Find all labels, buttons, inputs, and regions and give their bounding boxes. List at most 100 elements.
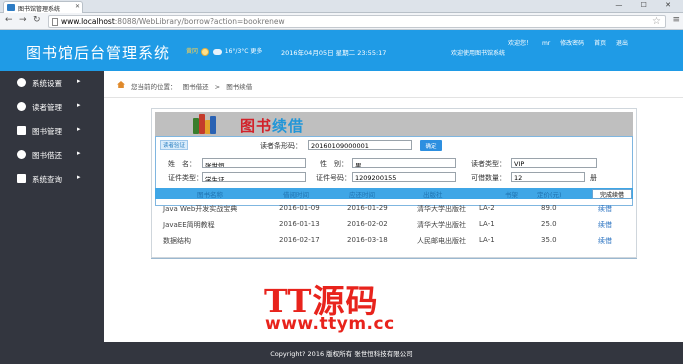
borrow-limit-field[interactable]: 12 bbox=[511, 172, 585, 182]
home-icon bbox=[117, 81, 125, 88]
renew-link[interactable]: 续借 bbox=[598, 236, 612, 246]
column-header-book-name: 图书名称 bbox=[197, 191, 223, 199]
renew-panel: 图书续借 读者验证 读者条形码： 20160109000001 确定 姓 名： … bbox=[151, 108, 637, 258]
panel-title: 图书续借 bbox=[240, 115, 304, 136]
borrow-limit-unit: 册 bbox=[590, 174, 597, 182]
browser-menu-icon[interactable]: ≡ bbox=[672, 15, 680, 25]
panel-divider bbox=[151, 258, 637, 259]
table-row: Java Web开发实战宝典 2016-01-09 2016-01-29 清华大… bbox=[155, 200, 633, 216]
cell-borrow-date: 2016-02-17 bbox=[279, 236, 320, 244]
renew-link[interactable]: 续借 bbox=[598, 204, 612, 214]
renew-link[interactable]: 续借 bbox=[598, 220, 612, 230]
column-header-publisher: 出版社 bbox=[423, 191, 443, 199]
gender-field[interactable]: 男 bbox=[352, 158, 456, 168]
cell-book-name: Java Web开发实战宝典 bbox=[163, 205, 238, 213]
welcome-system-text: 欢迎使用图书馆系统 bbox=[451, 50, 506, 57]
sidebar-item-borrow-return[interactable]: 图书借还 ▸ bbox=[0, 143, 104, 167]
breadcrumb-level1[interactable]: 图书借还 bbox=[183, 83, 209, 91]
cell-price: 89.0 bbox=[541, 204, 557, 212]
chevron-right-icon: ▸ bbox=[77, 101, 81, 109]
sidebar-item-system-settings[interactable]: 系统设置 ▸ bbox=[0, 71, 104, 95]
app-title: 图书馆后台管理系统 bbox=[26, 44, 171, 62]
window-controls[interactable]: — ☐ ✕ bbox=[615, 1, 679, 9]
cell-borrow-date: 2016-01-09 bbox=[279, 204, 320, 212]
reader-verify-tag: 读者验证 bbox=[160, 140, 189, 150]
url-path: :8088/WebLibrary/borrow?action=bookrenew bbox=[114, 17, 285, 26]
back-icon[interactable]: ← bbox=[5, 15, 13, 25]
cell-due-date: 2016-02-02 bbox=[347, 220, 388, 228]
welcome-user-text: 欢迎您！ bbox=[508, 40, 533, 47]
datetime: 2016年04月05日 星期二 23:55:17 bbox=[281, 49, 387, 57]
confirm-button[interactable]: 确定 bbox=[420, 140, 442, 151]
favicon-icon bbox=[7, 4, 15, 11]
cell-shelf: LA-1 bbox=[479, 236, 495, 244]
reader-type-field[interactable]: VIP bbox=[511, 158, 597, 168]
browser-tab[interactable]: 图书馆管理系统 ✕ bbox=[3, 1, 83, 13]
app-header: 图书馆后台管理系统 黄冈 16°/3°C 更多 2016年04月05日 星期二 … bbox=[0, 30, 683, 71]
table-row: 数据结构 2016-02-17 2016-03-18 人民邮电出版社 LA-1 … bbox=[155, 232, 633, 248]
cell-due-date: 2016-01-29 bbox=[347, 204, 388, 212]
gear-icon bbox=[17, 78, 26, 87]
name-field[interactable]: 张世恒 bbox=[202, 158, 306, 168]
cell-price: 35.0 bbox=[541, 236, 557, 244]
user-links: 欢迎您！ mr 修改密码 首页 退出 bbox=[508, 38, 636, 47]
reader-icon bbox=[17, 102, 26, 111]
column-header-shelf: 书架 bbox=[505, 191, 518, 199]
url-input[interactable]: www.localhost:8088/WebLibrary/borrow?act… bbox=[48, 15, 666, 28]
sidebar-item-reader-management[interactable]: 读者管理 ▸ bbox=[0, 95, 104, 119]
sidebar-item-label: 读者管理 bbox=[32, 103, 62, 112]
sidebar-item-label: 系统查询 bbox=[32, 175, 62, 184]
cert-type-field[interactable]: 学生证 bbox=[202, 172, 306, 182]
logout-link[interactable]: 退出 bbox=[616, 40, 628, 47]
sidebar-item-label: 系统设置 bbox=[32, 79, 62, 88]
cell-price: 25.0 bbox=[541, 220, 557, 228]
cell-shelf: LA-1 bbox=[479, 220, 495, 228]
complete-renew-button[interactable]: 完成续借 bbox=[592, 189, 632, 199]
search-icon bbox=[17, 174, 26, 183]
column-header-price: 定价(元) bbox=[537, 191, 562, 199]
sun-icon bbox=[200, 47, 209, 56]
bookmark-star-icon[interactable]: ☆ bbox=[652, 16, 661, 27]
change-password-link[interactable]: 修改密码 bbox=[560, 40, 584, 47]
tab-title: 图书馆管理系统 bbox=[18, 6, 61, 13]
reload-icon[interactable]: ↻ bbox=[33, 15, 41, 25]
home-link[interactable]: 首页 bbox=[594, 40, 606, 47]
breadcrumb: 您当前的位置： 图书借还 > 图书续借 bbox=[131, 81, 256, 91]
forward-icon[interactable]: → bbox=[19, 15, 27, 25]
cell-publisher: 人民邮电出版社 bbox=[417, 237, 466, 245]
gender-label: 性 别： bbox=[320, 160, 348, 168]
footer: Copyright? 2016 版权所有 张世恒科技有限公司 bbox=[0, 342, 683, 364]
barcode-input[interactable]: 20160109000001 bbox=[308, 140, 412, 150]
weather-city: 黄冈 bbox=[186, 48, 199, 55]
username: mr bbox=[541, 40, 551, 47]
browser-tab-bar: 图书馆管理系统 ✕ — ☐ ✕ bbox=[0, 0, 683, 13]
column-header-borrow-date: 借阅时间 bbox=[283, 191, 309, 199]
cell-book-name: JavaEE简明教程 bbox=[163, 221, 215, 229]
cell-borrow-date: 2016-01-13 bbox=[279, 220, 320, 228]
panel-title-part1: 图书 bbox=[240, 117, 273, 135]
panel-title-part2: 续借 bbox=[272, 117, 305, 135]
cloud-icon bbox=[212, 48, 222, 55]
column-header-due-date: 应还时间 bbox=[349, 191, 375, 199]
chevron-right-icon: ▸ bbox=[77, 77, 81, 85]
chevron-right-icon: ▸ bbox=[77, 149, 81, 157]
sidebar: 系统设置 ▸ 读者管理 ▸ 图书管理 ▸ 图书借还 ▸ 系统查询 ▸ bbox=[0, 71, 104, 342]
sidebar-item-label: 图书借还 bbox=[32, 151, 62, 160]
close-tab-icon[interactable]: ✕ bbox=[75, 3, 80, 10]
sidebar-item-book-management[interactable]: 图书管理 ▸ bbox=[0, 119, 104, 143]
weather-more-link[interactable]: 更多 bbox=[250, 48, 262, 55]
sidebar-item-label: 图书管理 bbox=[32, 127, 62, 136]
name-label: 姓 名： bbox=[168, 160, 196, 168]
cell-book-name: 数据结构 bbox=[163, 237, 191, 245]
books-icon bbox=[17, 126, 26, 135]
cell-due-date: 2016-03-18 bbox=[347, 236, 388, 244]
table-header: 图书名称 借阅时间 应还时间 出版社 书架 定价(元) 完成续借 bbox=[155, 188, 633, 199]
weather-temp: 16°/3°C bbox=[224, 48, 249, 55]
panel-title-bar: 图书续借 bbox=[155, 112, 633, 136]
cert-no-field[interactable]: 1209200155 bbox=[352, 172, 456, 182]
reader-type-label: 读者类型： bbox=[471, 160, 506, 168]
exchange-icon bbox=[17, 150, 26, 159]
cell-publisher: 清华大学出版社 bbox=[417, 221, 466, 229]
sidebar-item-system-query[interactable]: 系统查询 ▸ bbox=[0, 167, 104, 191]
cell-publisher: 清华大学出版社 bbox=[417, 205, 466, 213]
